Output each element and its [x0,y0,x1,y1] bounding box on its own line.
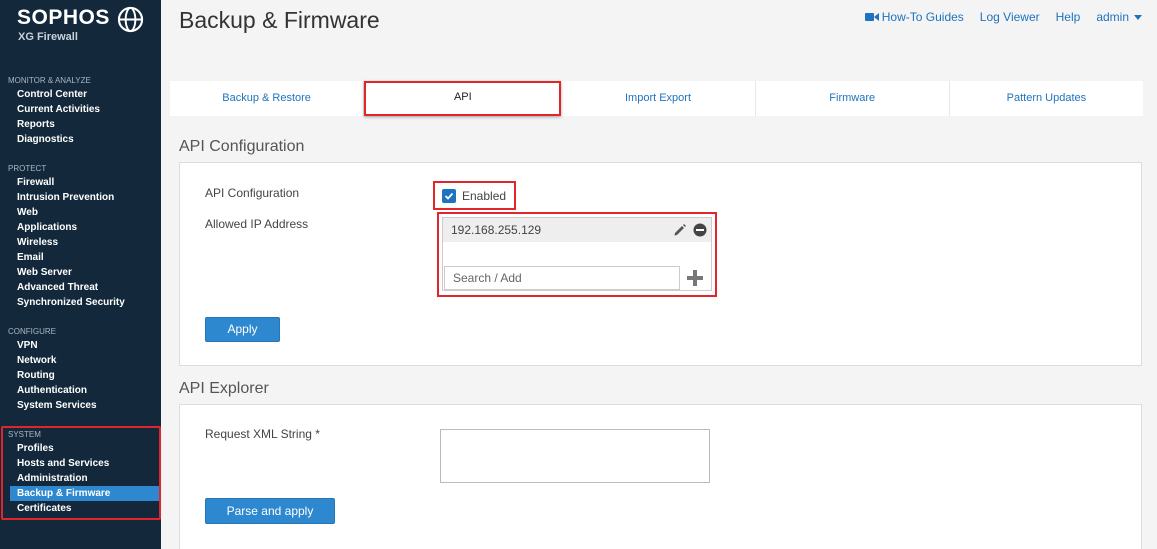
sidebar-item-applications[interactable]: Applications [0,220,161,235]
list-item: 192.168.255.129 [443,218,711,242]
sidebar-item-advanced-threat[interactable]: Advanced Threat [0,280,161,295]
sidebar-item-email[interactable]: Email [0,250,161,265]
log-viewer-link[interactable]: Log Viewer [980,10,1040,24]
plus-icon[interactable] [685,268,705,288]
remove-circle-icon[interactable] [693,223,707,237]
sidebar-item-control-center[interactable]: Control Center [0,87,161,102]
enabled-checkbox-group[interactable]: Enabled [433,181,516,210]
sidebar-item-wireless[interactable]: Wireless [0,235,161,250]
sidebar-item-authentication[interactable]: Authentication [0,383,161,398]
product-name: XG Firewall [18,31,78,43]
sidebar-item-diagnostics[interactable]: Diagnostics [0,132,161,147]
caret-down-icon [1134,15,1142,20]
sidebar-item-web-server[interactable]: Web Server [0,265,161,280]
sidebar-item-web[interactable]: Web [0,205,161,220]
tab-backup-restore[interactable]: Backup & Restore [170,81,365,116]
ip-address-value: 192.168.255.129 [451,223,542,237]
page-title: Backup & Firmware [179,7,380,33]
ip-list-container: 192.168.255.129 [442,217,712,291]
checkmark-icon [444,192,454,200]
nav-protect-section: PROTECT Firewall Intrusion Prevention We… [0,163,161,310]
request-xml-textarea[interactable] [440,429,710,483]
help-link[interactable]: Help [1056,10,1081,24]
sidebar-item-intrusion-prevention[interactable]: Intrusion Prevention [0,190,161,205]
nav-header-monitor: MONITOR & ANALYZE [8,76,91,85]
tab-pattern-updates[interactable]: Pattern Updates [950,81,1143,116]
brand-name: SOPHOS [17,6,110,29]
sidebar-item-reports[interactable]: Reports [0,117,161,132]
tab-import-export[interactable]: Import Export [561,81,756,116]
nav-configure-section: CONFIGURE VPN Network Routing Authentica… [0,326,161,413]
howto-guides-link[interactable]: How-To Guides [864,10,964,24]
sidebar: SOPHOS XG Firewall MONITOR & ANALYZE Con… [0,0,161,549]
nav-header-protect: PROTECT [8,164,47,173]
ip-search-input[interactable] [444,266,680,290]
top-links: How-To Guides Log Viewer Help admin [849,10,1143,24]
api-configuration-title: API Configuration [179,138,305,155]
pencil-icon[interactable] [673,223,687,237]
tab-api[interactable]: API [364,81,562,116]
system-section-highlight [1,426,161,520]
enabled-checkbox[interactable] [442,188,456,203]
apply-button[interactable]: Apply [205,317,280,342]
admin-menu[interactable]: admin [1096,10,1143,24]
api-explorer-title: API Explorer [179,380,269,397]
sidebar-item-routing[interactable]: Routing [0,368,161,383]
tab-bar: Backup & Restore API Import Export Firmw… [170,81,1143,116]
enabled-label: Enabled [462,188,507,203]
sidebar-item-firewall[interactable]: Firewall [0,175,161,190]
api-configuration-label: API Configuration [205,186,300,200]
sidebar-item-synchronized-security[interactable]: Synchronized Security [0,295,161,310]
sidebar-item-network[interactable]: Network [0,353,161,368]
howto-guides-label: How-To Guides [881,10,964,24]
nav-header-configure: CONFIGURE [8,327,56,336]
request-xml-label: Request XML String * [205,427,320,441]
sophos-logo[interactable]: SOPHOS XG Firewall [17,6,152,46]
allowed-ip-list: 192.168.255.129 [437,212,717,297]
sidebar-item-vpn[interactable]: VPN [0,338,161,353]
sidebar-item-system-services[interactable]: System Services [0,398,161,413]
globe-icon [117,6,144,33]
sidebar-item-current-activities[interactable]: Current Activities [0,102,161,117]
allowed-ip-label: Allowed IP Address [205,217,309,231]
tab-firmware[interactable]: Firmware [756,81,950,116]
parse-and-apply-button[interactable]: Parse and apply [205,498,335,524]
nav-monitor-section: MONITOR & ANALYZE Control Center Current… [0,75,161,147]
video-camera-icon [864,13,879,21]
admin-label: admin [1096,10,1129,24]
